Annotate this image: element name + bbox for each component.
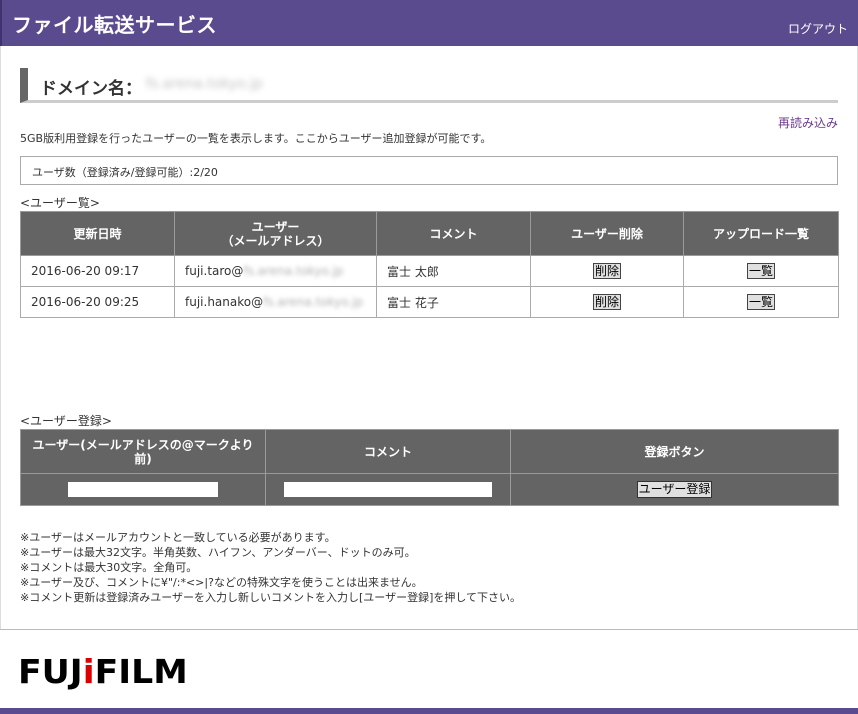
comment-input[interactable] <box>284 482 492 497</box>
reg-user-cell <box>20 473 266 506</box>
col-header-user-line2: （メールアドレス） <box>221 233 330 248</box>
row-email-user: fuji.taro@ <box>185 264 244 278</box>
upload-list-button[interactable]: 一覧 <box>746 294 775 310</box>
register-header-row: ユーザー(メールアドレスの@マークより 前) コメント 登録ボタン <box>20 429 839 474</box>
col-header-updated: 更新日時 <box>20 211 175 256</box>
reg-col-header-user-line1: ユーザー(メールアドレスの@マークより <box>32 437 254 452</box>
register-input-row: ユーザー登録 <box>20 473 839 506</box>
user-list-table: 更新日時 ユーザー （メールアドレス） コメント ユーザー削除 アップロード一覧… <box>20 211 839 318</box>
col-header-user: ユーザー （メールアドレス） <box>174 211 377 256</box>
user-count-text: ユーザ数（登録済み/登録可能）:2/20 <box>32 166 218 179</box>
page-description: 5GB版利用登録を行ったユーザーの一覧を表示します。ここからユーザー追加登録が可… <box>20 132 492 145</box>
row-email: fuji.taro@fs.arena.tokyo.jp <box>174 255 377 287</box>
row-delete-cell: 削除 <box>530 255 684 287</box>
footer-bar <box>0 708 858 714</box>
user-register-heading: <ユーザー登録> <box>20 414 112 428</box>
app-title: ファイル転送サービス <box>12 13 217 37</box>
register-user-button[interactable]: ユーザー登録 <box>636 481 713 498</box>
table-header-row: 更新日時 ユーザー （メールアドレス） コメント ユーザー削除 アップロード一覧 <box>20 211 839 256</box>
note-line: ※ユーザー及び、コメントに¥"/:*<>|?などの特殊文字を使うことは出来ません… <box>20 576 423 589</box>
note-line: ※ユーザーはメールアカウントと一致している必要があります。 <box>20 531 336 544</box>
notes: ※ユーザーはメールアカウントと一致している必要があります。 ※ユーザーは最大32… <box>20 530 521 605</box>
logo-text-left: FUJ <box>18 652 83 691</box>
row-list-cell: 一覧 <box>683 286 839 318</box>
delete-button[interactable]: 削除 <box>592 294 621 310</box>
row-list-cell: 一覧 <box>683 255 839 287</box>
row-updated: 2016-06-20 09:25 <box>20 286 175 318</box>
fujifilm-logo: FUJiFILM <box>18 652 188 691</box>
logo-text-right: FILM <box>94 652 188 691</box>
user-register-table: ユーザー(メールアドレスの@マークより 前) コメント 登録ボタン ユーザー登録 <box>20 429 839 506</box>
reload-link[interactable]: 再読み込み <box>778 114 838 131</box>
col-header-uploads: アップロード一覧 <box>683 211 839 256</box>
upload-list-button[interactable]: 一覧 <box>746 263 775 279</box>
domain-value: fs.arena.tokyo.jp <box>146 76 263 92</box>
row-email: fuji.hanako@fs.arena.tokyo.jp <box>174 286 377 318</box>
user-count-box: ユーザ数（登録済み/登録可能）:2/20 <box>20 156 838 185</box>
domain-panel: ドメイン名： fs.arena.tokyo.jp <box>20 68 838 103</box>
row-comment: 富士 花子 <box>376 286 531 318</box>
row-comment: 富士 太郎 <box>376 255 531 287</box>
reg-col-header-user: ユーザー(メールアドレスの@マークより 前) <box>20 429 266 474</box>
table-row: 2016-06-20 09:25 fuji.hanako@fs.arena.to… <box>20 286 839 318</box>
row-email-domain: fs.arena.tokyo.jp <box>263 295 364 309</box>
footer-divider <box>0 629 858 630</box>
reg-button-cell: ユーザー登録 <box>510 473 839 506</box>
reg-col-header-button: 登録ボタン <box>510 429 839 474</box>
table-row: 2016-06-20 09:17 fuji.taro@fs.arena.toky… <box>20 255 839 287</box>
app-header: ファイル転送サービス ログアウト <box>0 0 858 46</box>
row-updated: 2016-06-20 09:17 <box>20 255 175 287</box>
reg-col-header-comment: コメント <box>265 429 511 474</box>
delete-button[interactable]: 削除 <box>592 263 621 279</box>
user-name-input[interactable] <box>68 482 218 497</box>
col-header-delete: ユーザー削除 <box>530 211 684 256</box>
domain-label: ドメイン名： <box>40 79 142 99</box>
row-email-user: fuji.hanako@ <box>185 295 264 309</box>
note-line: ※ユーザーは最大32文字。半角英数、ハイフン、アンダーバー、ドットのみ可。 <box>20 546 416 559</box>
row-delete-cell: 削除 <box>530 286 684 318</box>
col-header-user-line1: ユーザー <box>251 219 300 234</box>
reg-comment-cell <box>265 473 511 506</box>
note-line: ※コメントは最大30文字。全角可。 <box>20 561 198 574</box>
reg-col-header-user-line2: 前) <box>134 451 152 466</box>
note-line: ※コメント更新は登録済みユーザーを入力し新しいコメントを入力し[ユーザー登録]を… <box>20 591 522 604</box>
row-email-domain: fs.arena.tokyo.jp <box>243 264 344 278</box>
col-header-comment: コメント <box>376 211 531 256</box>
logout-link[interactable]: ログアウト <box>788 20 848 37</box>
user-list-heading: <ユーザー覧> <box>20 196 100 210</box>
logo-text-dot: i <box>82 652 95 691</box>
